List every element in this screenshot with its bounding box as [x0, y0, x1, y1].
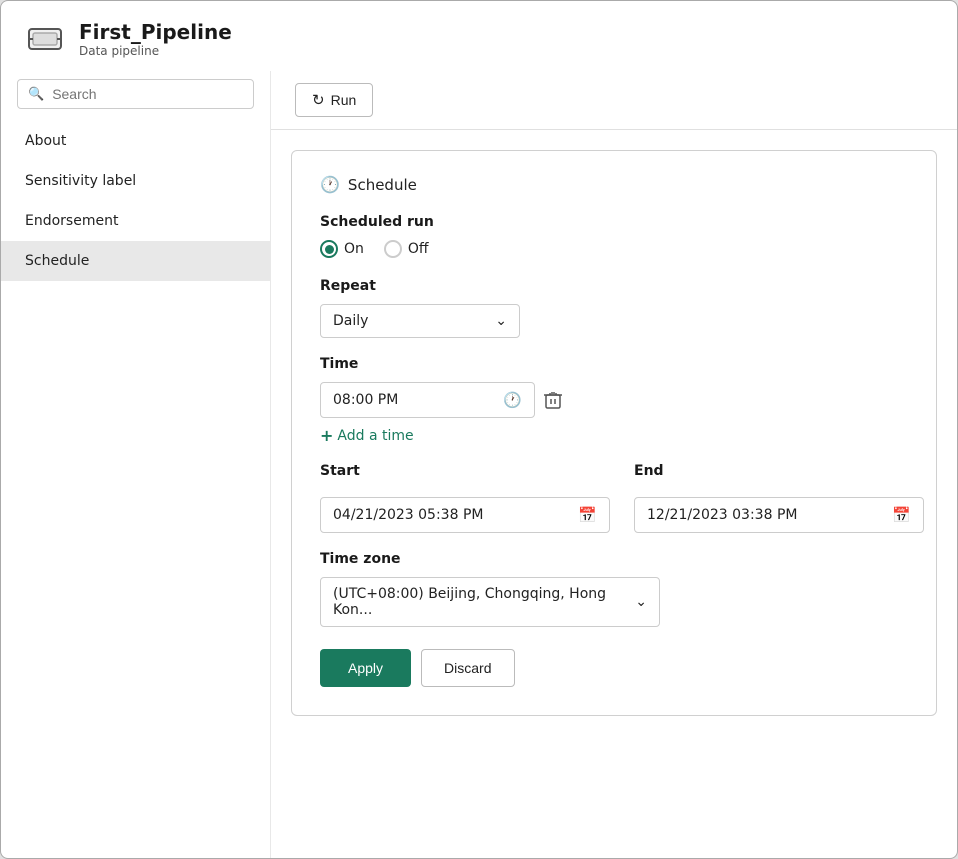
sidebar-item-schedule[interactable]: Schedule	[1, 241, 270, 281]
run-radio-group: On Off	[320, 240, 908, 258]
repeat-group: Repeat Daily ⌄	[320, 278, 908, 338]
timezone-select[interactable]: (UTC+08:00) Beijing, Chongqing, Hong Kon…	[320, 577, 660, 627]
search-icon: 🔍	[28, 87, 44, 102]
header-text: First_Pipeline Data pipeline	[79, 20, 232, 58]
radio-off[interactable]: Off	[384, 240, 429, 258]
chevron-down-icon: ⌄	[495, 313, 507, 329]
start-input[interactable]: 04/21/2023 05:38 PM 📅	[320, 497, 610, 533]
add-time-link[interactable]: + Add a time	[320, 426, 908, 445]
radio-off-circle	[384, 240, 402, 258]
timezone-label: Time zone	[320, 551, 908, 567]
time-input[interactable]: 08:00 PM 🕐	[320, 382, 535, 418]
run-button[interactable]: ↻ Run	[295, 83, 373, 117]
header: First_Pipeline Data pipeline	[1, 1, 957, 71]
calendar-start-icon: 📅	[578, 506, 597, 524]
sidebar-item-about[interactable]: About	[1, 121, 270, 161]
time-group: Time 08:00 PM 🕐	[320, 356, 908, 445]
toolbar: ↻ Run	[271, 71, 957, 130]
pipeline-icon	[25, 19, 65, 59]
radio-on-circle	[320, 240, 338, 258]
delete-time-button[interactable]	[543, 390, 563, 410]
repeat-label: Repeat	[320, 278, 908, 294]
clock-icon: 🕐	[320, 175, 340, 194]
run-icon: ↻	[312, 91, 325, 109]
discard-button[interactable]: Discard	[421, 649, 514, 687]
time-row: 08:00 PM 🕐	[320, 382, 908, 418]
end-input[interactable]: 12/21/2023 03:38 PM 📅	[634, 497, 924, 533]
start-label: Start	[320, 463, 610, 479]
sidebar-item-sensitivity[interactable]: Sensitivity label	[1, 161, 270, 201]
app-window: First_Pipeline Data pipeline 🔍 About Sen…	[0, 0, 958, 859]
clock-input-icon: 🕐	[503, 391, 522, 409]
end-label: End	[634, 463, 924, 479]
calendar-end-icon: 📅	[892, 506, 911, 524]
schedule-panel: 🕐 Schedule Scheduled run On Off	[291, 150, 937, 716]
panel-title: 🕐 Schedule	[320, 175, 908, 194]
app-subtitle: Data pipeline	[79, 44, 232, 58]
action-buttons: Apply Discard	[320, 649, 908, 687]
repeat-select[interactable]: Daily ⌄	[320, 304, 520, 338]
time-label: Time	[320, 356, 908, 372]
search-input[interactable]	[52, 86, 243, 102]
content-area: ↻ Run 🕐 Schedule Scheduled run On	[271, 71, 957, 858]
sidebar-item-endorsement[interactable]: Endorsement	[1, 201, 270, 241]
date-row: Start 04/21/2023 05:38 PM 📅 End 12/21/20…	[320, 463, 908, 533]
plus-icon: +	[320, 426, 333, 445]
app-title: First_Pipeline	[79, 20, 232, 44]
timezone-group: Time zone (UTC+08:00) Beijing, Chongqing…	[320, 551, 908, 627]
scheduled-run-group: Scheduled run On Off	[320, 214, 908, 258]
start-field: Start 04/21/2023 05:38 PM 📅	[320, 463, 610, 533]
radio-on[interactable]: On	[320, 240, 364, 258]
scheduled-run-label: Scheduled run	[320, 214, 908, 230]
chevron-down-tz-icon: ⌄	[635, 594, 647, 610]
sidebar: 🔍 About Sensitivity label Endorsement Sc…	[1, 71, 271, 858]
apply-button[interactable]: Apply	[320, 649, 411, 687]
search-box[interactable]: 🔍	[17, 79, 254, 109]
end-field: End 12/21/2023 03:38 PM 📅	[634, 463, 924, 533]
main-layout: 🔍 About Sensitivity label Endorsement Sc…	[1, 71, 957, 858]
